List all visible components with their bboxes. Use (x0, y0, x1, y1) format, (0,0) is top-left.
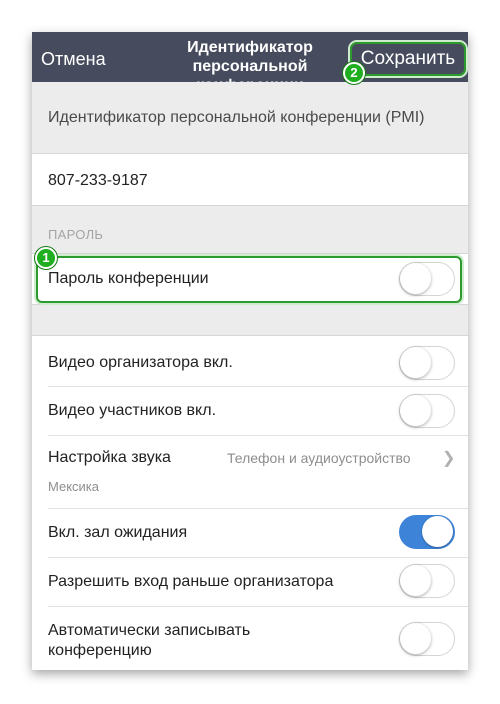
top-bar: Отмена Идентификатор персональной конфер… (32, 32, 468, 82)
audio-option-value[interactable]: Телефон и аудиоустройство (227, 450, 411, 466)
page-title: Идентификатор персональной конференции (187, 39, 313, 82)
save-button[interactable]: Сохранить (350, 42, 466, 76)
toggle-knob (400, 395, 431, 426)
divider (48, 435, 468, 436)
highlight-frame (36, 256, 462, 303)
waiting-room-toggle[interactable] (399, 515, 455, 549)
host-video-toggle[interactable] (399, 346, 455, 380)
divider (48, 386, 468, 387)
join-before-host-toggle[interactable] (399, 564, 455, 598)
password-section-header: ПАРОЛЬ (48, 227, 104, 242)
pmi-label: Идентификатор персональной конференции (… (48, 109, 425, 126)
phone-screen: Отмена Идентификатор персональной конфер… (32, 32, 468, 670)
auto-record-toggle[interactable] (399, 622, 455, 656)
divider (48, 508, 468, 509)
audio-option-label[interactable]: Настройка звука (48, 448, 171, 468)
toggle-knob (400, 565, 431, 596)
cancel-button[interactable]: Отмена (41, 49, 106, 70)
host-video-label: Видео организатора вкл. (48, 354, 233, 371)
audio-region-label: Мексика (48, 479, 100, 494)
chevron-right-icon[interactable]: ❯ (442, 448, 455, 468)
divider (48, 606, 468, 607)
pmi-value: 807-233-9187 (48, 172, 148, 189)
waiting-room-label: Вкл. зал ожидания (48, 524, 188, 541)
auto-record-label: Автоматически записывать конференцию (48, 622, 251, 659)
pmi-value-row: 807-233-9187 (32, 154, 468, 206)
join-before-host-label: Разрешить вход раньше организатора (48, 573, 334, 590)
toggle-knob (422, 516, 453, 547)
step-badge-2: 2 (343, 62, 365, 84)
participant-video-label: Видео участников вкл. (48, 402, 217, 419)
divider (48, 557, 468, 558)
pmi-label-section: Идентификатор персональной конференции (… (32, 82, 468, 154)
step-badge-1: 1 (35, 247, 57, 269)
toggle-knob (400, 623, 431, 654)
toggle-knob (400, 347, 431, 378)
participant-video-toggle[interactable] (399, 394, 455, 428)
meeting-settings-list: Видео организатора вкл. Видео участников… (32, 335, 468, 670)
